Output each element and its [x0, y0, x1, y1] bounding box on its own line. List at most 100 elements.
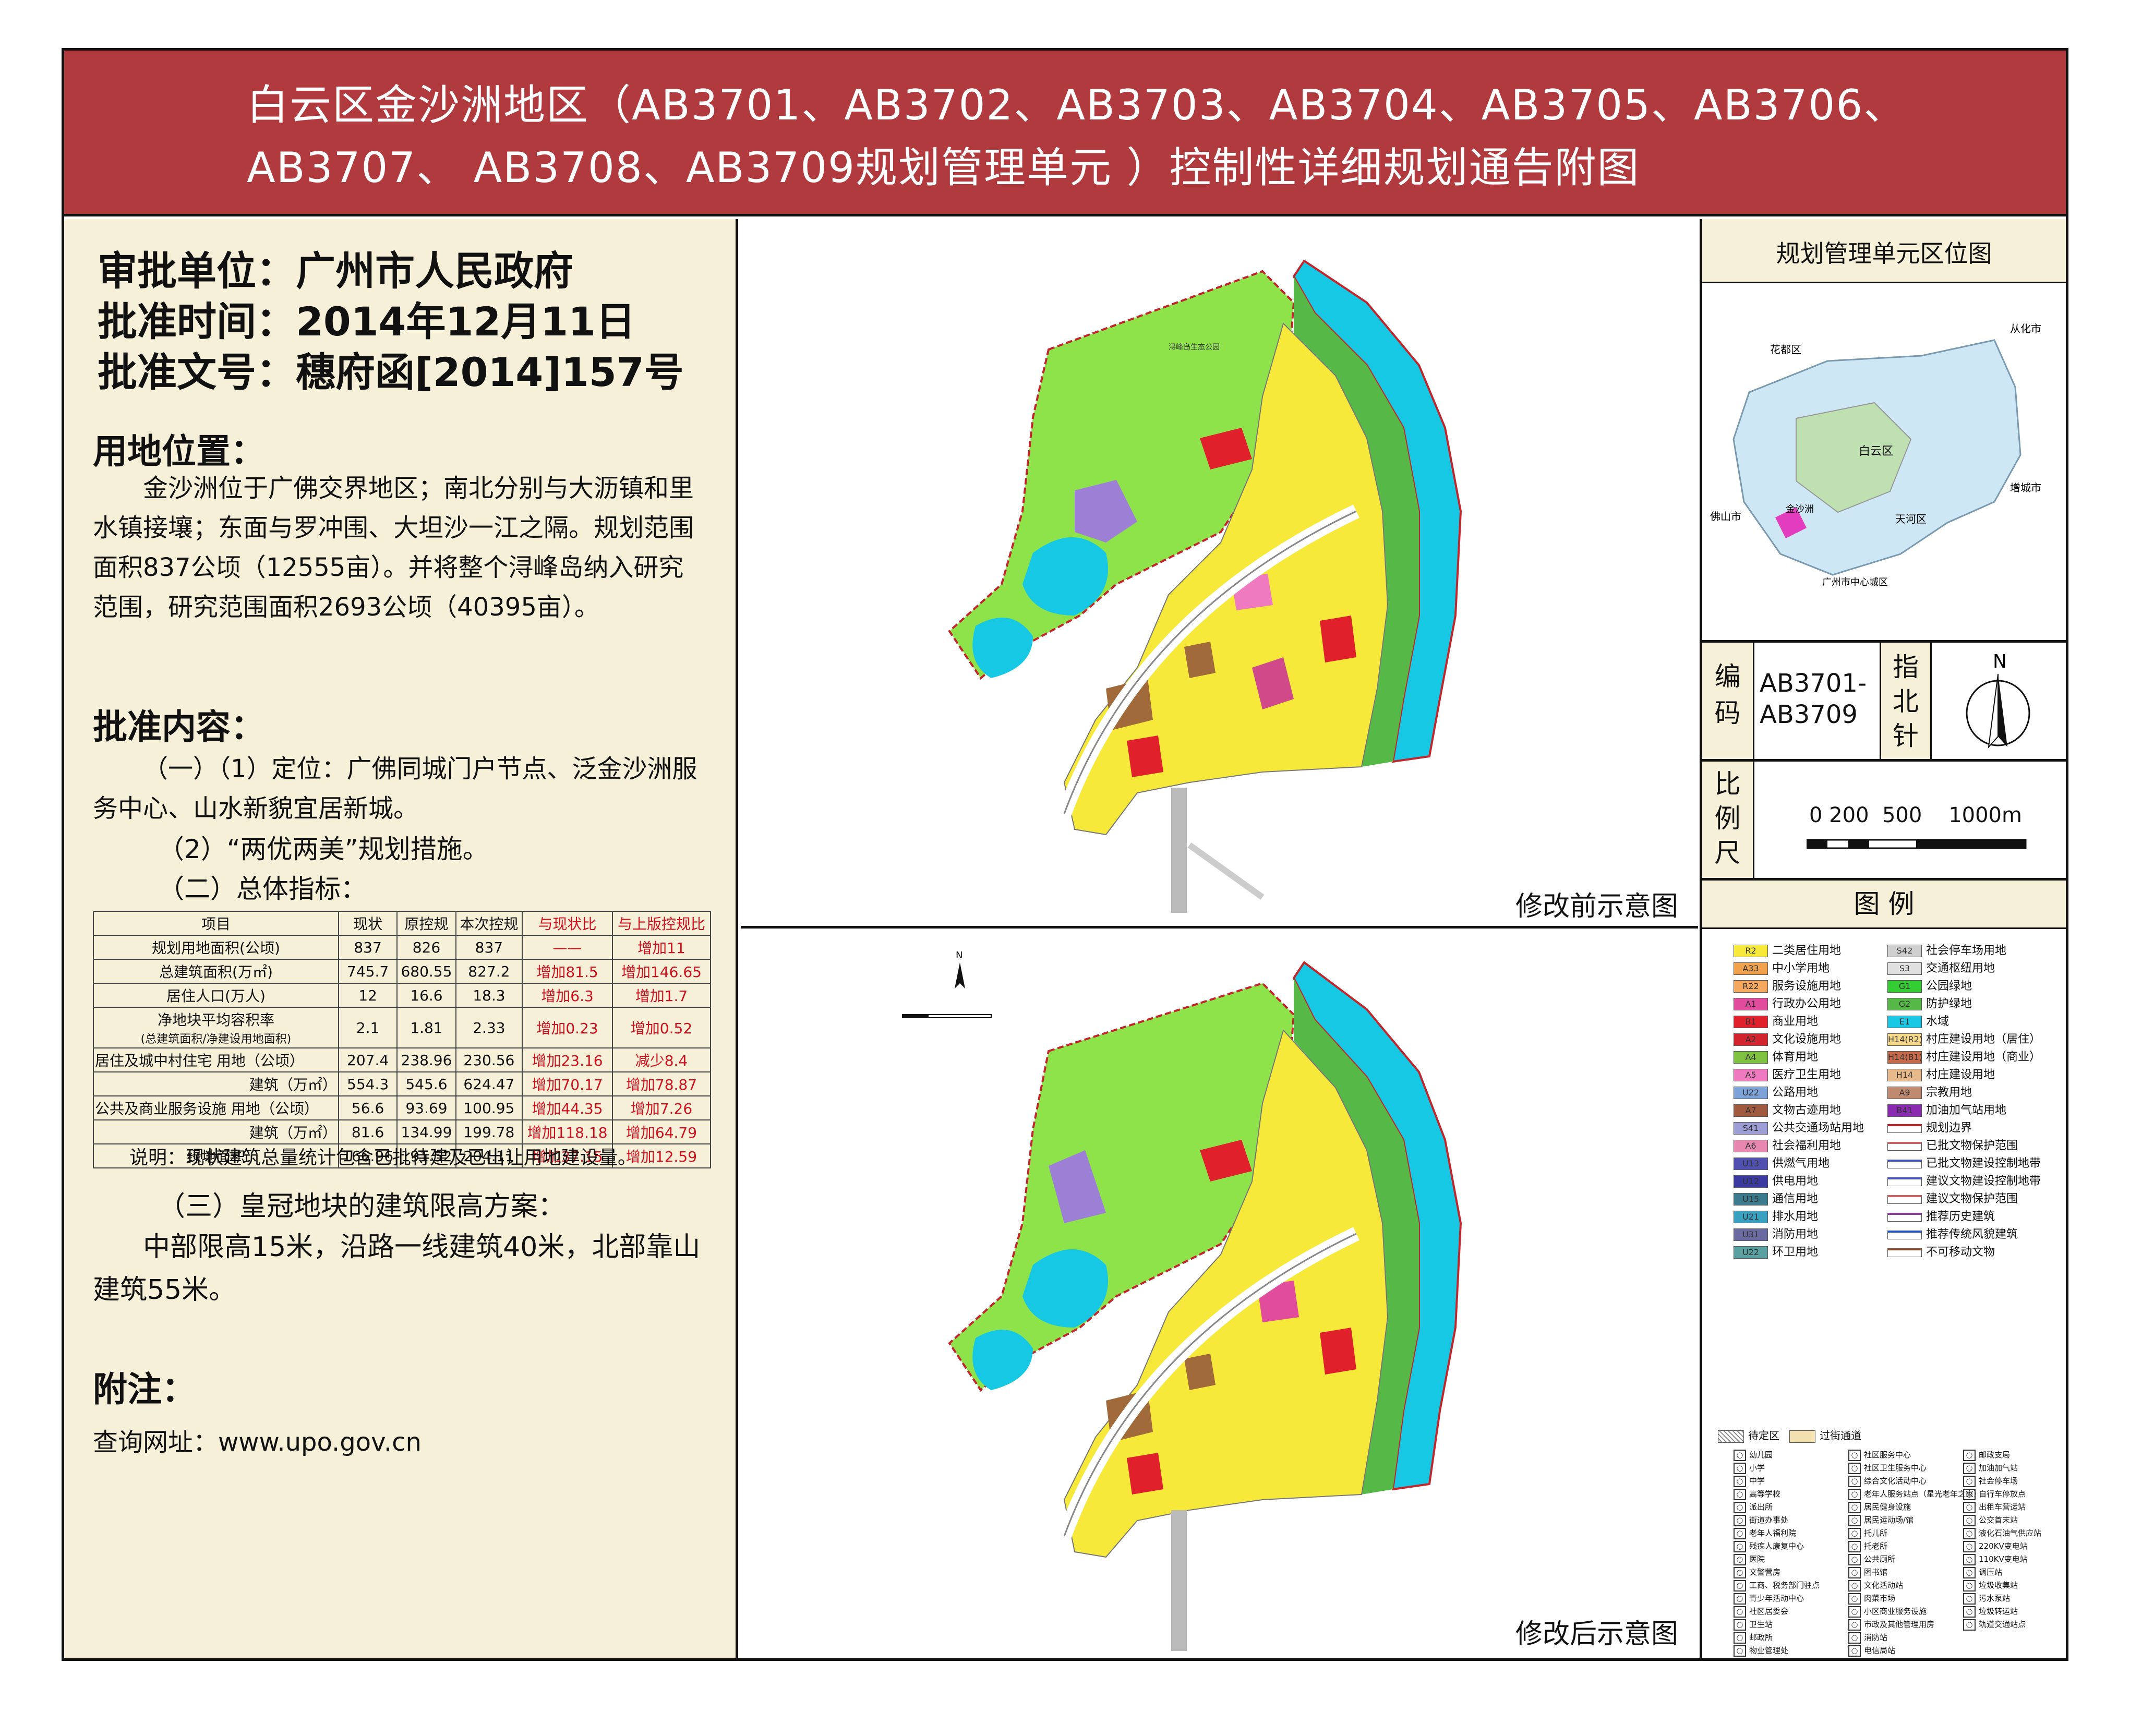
- map-after-panel: N 修改后示意图: [741, 931, 1698, 1658]
- svg-text:增城市: 增城市: [2010, 481, 2041, 494]
- legend-poi-item: ◯ 电信局站: [1848, 1645, 1895, 1657]
- legend-swatch: A33: [1734, 962, 1768, 975]
- poi-symbol-icon: ◯: [1963, 1540, 1976, 1552]
- legend-poi-item: ◯ 消防站: [1848, 1632, 1887, 1644]
- poi-symbol-icon: ◯: [1848, 1632, 1861, 1644]
- legend-poi-item: ◯ 液化石油气供应站: [1963, 1527, 2041, 1539]
- poi-symbol-icon: ◯: [1963, 1566, 1976, 1578]
- approval-date: 批准时间：2014年12月11日: [98, 298, 636, 345]
- poi-symbol-icon: ◯: [1734, 1488, 1746, 1500]
- legend-item: B1 商业用地: [1734, 1012, 1818, 1029]
- map-after-caption: 修改后示意图: [1515, 1619, 1678, 1650]
- approval-unit: 审批单位：广州市人民政府: [98, 248, 573, 294]
- query-url: 查询网址：www.upo.gov.cn: [93, 1428, 422, 1457]
- legend-item: R2 二类居住用地: [1734, 941, 1841, 958]
- poi-symbol-icon: ◯: [1734, 1593, 1746, 1605]
- table-row: 居住及城中村住宅 用地（公顷） 207.4 238.96 230.56 增加23.16 减…: [93, 1047, 712, 1072]
- legend-item: H14 村庄建设用地: [1887, 1065, 1995, 1082]
- poi-symbol-icon: ◯: [1734, 1540, 1746, 1552]
- legend-poi-item: ◯ 图书馆: [1848, 1566, 1887, 1578]
- legend-swatch: S42: [1887, 945, 1922, 957]
- poi-symbol-icon: ◯: [1963, 1462, 1976, 1474]
- legend-poi-item: ◯ 文化活动站: [1848, 1580, 1903, 1592]
- legend-poi-item: ◯ 青少年活动中心: [1734, 1593, 1804, 1605]
- map-label-island: 浔峰岛生态公园: [1169, 343, 1220, 352]
- legend-line-item: 已批文物保护范围: [1887, 1136, 2018, 1153]
- code-box: 编码 AB3701- AB3709 指北针 N: [1702, 643, 2066, 762]
- title-line-1: 白云区金沙洲地区（AB3701、AB3702、AB3703、AB3704、AB3…: [247, 81, 1907, 129]
- poi-symbol-icon: ◯: [1734, 1580, 1746, 1592]
- legend-item: A4 体育用地: [1734, 1047, 1818, 1064]
- legend-swatch: A9: [1887, 1087, 1922, 1099]
- legend-poi-item: ◯ 残疾人康复中心: [1734, 1540, 1804, 1552]
- poi-symbol-icon: ◯: [1848, 1566, 1861, 1578]
- legend-item: G2 防护绿地: [1887, 994, 1972, 1011]
- poi-symbol-icon: ◯: [1848, 1462, 1861, 1474]
- legend-swatch: U21: [1734, 1211, 1768, 1223]
- table-note: 说明：现状建筑总量统计包含已批待建及已出让用地建设量。: [129, 1147, 637, 1168]
- legend-line-item: 已批文物建设控制地带: [1887, 1154, 2041, 1171]
- poi-symbol-icon: ◯: [1963, 1475, 1976, 1487]
- poi-symbol-icon: ◯: [1848, 1619, 1861, 1631]
- legend-swatch: H14(B1): [1887, 1051, 1922, 1064]
- legend-poi-item: ◯ 医院: [1734, 1553, 1765, 1565]
- svg-text:从化市: 从化市: [2010, 322, 2041, 335]
- legend-poi-item: ◯ 社区居委会: [1734, 1606, 1788, 1618]
- legend-poi-item: ◯ 110KV变电站: [1963, 1553, 2028, 1565]
- legend-swatch: U22: [1734, 1246, 1768, 1259]
- approval-content-heading: 批准内容：: [93, 707, 265, 747]
- legend-poi-item: ◯ 老年人福利院: [1734, 1527, 1796, 1539]
- legend-swatch: R22: [1734, 980, 1768, 993]
- legend-swatch: A6: [1734, 1140, 1768, 1152]
- legend-poi-item: ◯ 220KV变电站: [1963, 1540, 2028, 1552]
- remarks-heading: 附注：: [93, 1369, 196, 1409]
- height-limit-text: 中部限高15米，沿路一线建筑40米，北部靠山建筑55米。: [93, 1232, 701, 1306]
- poi-symbol-icon: ◯: [1848, 1488, 1861, 1500]
- legend-poi-item: ◯ 小区商业服务设施: [1848, 1606, 1927, 1618]
- poi-symbol-icon: ◯: [1734, 1462, 1746, 1474]
- table-row: 建筑（万㎡） 81.6 134.99 199.78 增加118.18 增加64.79: [93, 1119, 712, 1144]
- compass-small-icon: N: [955, 950, 965, 988]
- approval-doc: 批准文号：穗府函[2014]157号: [98, 349, 684, 395]
- legend-item: U12 供电用地: [1734, 1172, 1818, 1188]
- legend-poi-item: ◯ 加油加气站: [1963, 1462, 2018, 1474]
- poi-symbol-icon: ◯: [1848, 1527, 1861, 1539]
- legend-poi-item: ◯ 卫生站: [1734, 1619, 1773, 1631]
- svg-text:金沙洲: 金沙洲: [1786, 504, 1814, 515]
- legend-item: A7 文物古迹用地: [1734, 1101, 1841, 1117]
- legend-poi-item: ◯ 调压站: [1963, 1566, 2002, 1578]
- approval-item-1: （一）（1）定位：广佛同城门户节点、泛金沙洲服务中心、山水新貌宜居新城。: [93, 754, 697, 823]
- poi-symbol-icon: ◯: [1848, 1606, 1861, 1618]
- legend-item: E1 水域: [1887, 1012, 1949, 1029]
- svg-text:佛山市: 佛山市: [1710, 510, 1741, 523]
- poi-symbol-icon: ◯: [1734, 1501, 1746, 1513]
- legend-pending: 待定区 过街通道: [1718, 1427, 1861, 1443]
- legend-swatch: H14(R2): [1887, 1033, 1922, 1046]
- legend-poi-item: ◯ 居民运动场/馆: [1848, 1514, 1914, 1526]
- legend-swatch: H14: [1887, 1069, 1922, 1081]
- info-panel: 审批单位：广州市人民政府 批准时间：2014年12月11日 批准文号：穗府函[2…: [64, 219, 738, 1658]
- legend-poi-item: ◯ 邮政支局: [1963, 1449, 2010, 1461]
- legend-swatch: A4: [1734, 1051, 1768, 1064]
- location-map: 花都区 从化市 白云区 增城市 佛山市 金沙洲 天河区 广州市中心城区: [1710, 322, 2041, 588]
- legend-poi-item: ◯ 肉菜市场: [1848, 1593, 1895, 1605]
- table-row: 总建筑面积(万㎡) 745.7 680.55 827.2 增加81.5 增加146.65: [93, 959, 712, 984]
- legend-poi-item: ◯ 污水泵站: [1963, 1593, 2010, 1605]
- legend-item: H14(B1) 村庄建设用地（商业）: [1887, 1051, 2041, 1064]
- legend-swatch: U15: [1734, 1193, 1768, 1205]
- legend-poi-item: ◯ 出租车营运站: [1963, 1501, 2026, 1513]
- poi-symbol-icon: ◯: [1734, 1527, 1746, 1539]
- poi-symbol-icon: ◯: [1848, 1645, 1861, 1657]
- poi-symbol-icon: ◯: [1848, 1593, 1861, 1605]
- poi-symbol-icon: ◯: [1734, 1475, 1746, 1487]
- legend-item: H14(R2) 村庄建设用地（居住）: [1887, 1033, 2041, 1046]
- legend-swatch: E1: [1887, 1016, 1922, 1028]
- legend-title: 图 例: [1702, 881, 2066, 929]
- legend-poi-item: ◯ 街道办事处: [1734, 1514, 1788, 1526]
- legend-box: 图 例 待定区 过街通道 R2 二类居住用地 A33 中小学用地 R22 服务设施用地 A1…: [1702, 881, 2066, 1658]
- poi-symbol-icon: ◯: [1963, 1606, 1976, 1618]
- table-row: 居住人口(万人) 12 16.6 18.3 增加6.3 增加1.7: [93, 983, 712, 1008]
- poi-symbol-icon: ◯: [1848, 1475, 1861, 1487]
- legend-poi-item: ◯ 垃圾收集站: [1963, 1580, 2018, 1592]
- legend-line-item: 规划边界: [1887, 1118, 1972, 1135]
